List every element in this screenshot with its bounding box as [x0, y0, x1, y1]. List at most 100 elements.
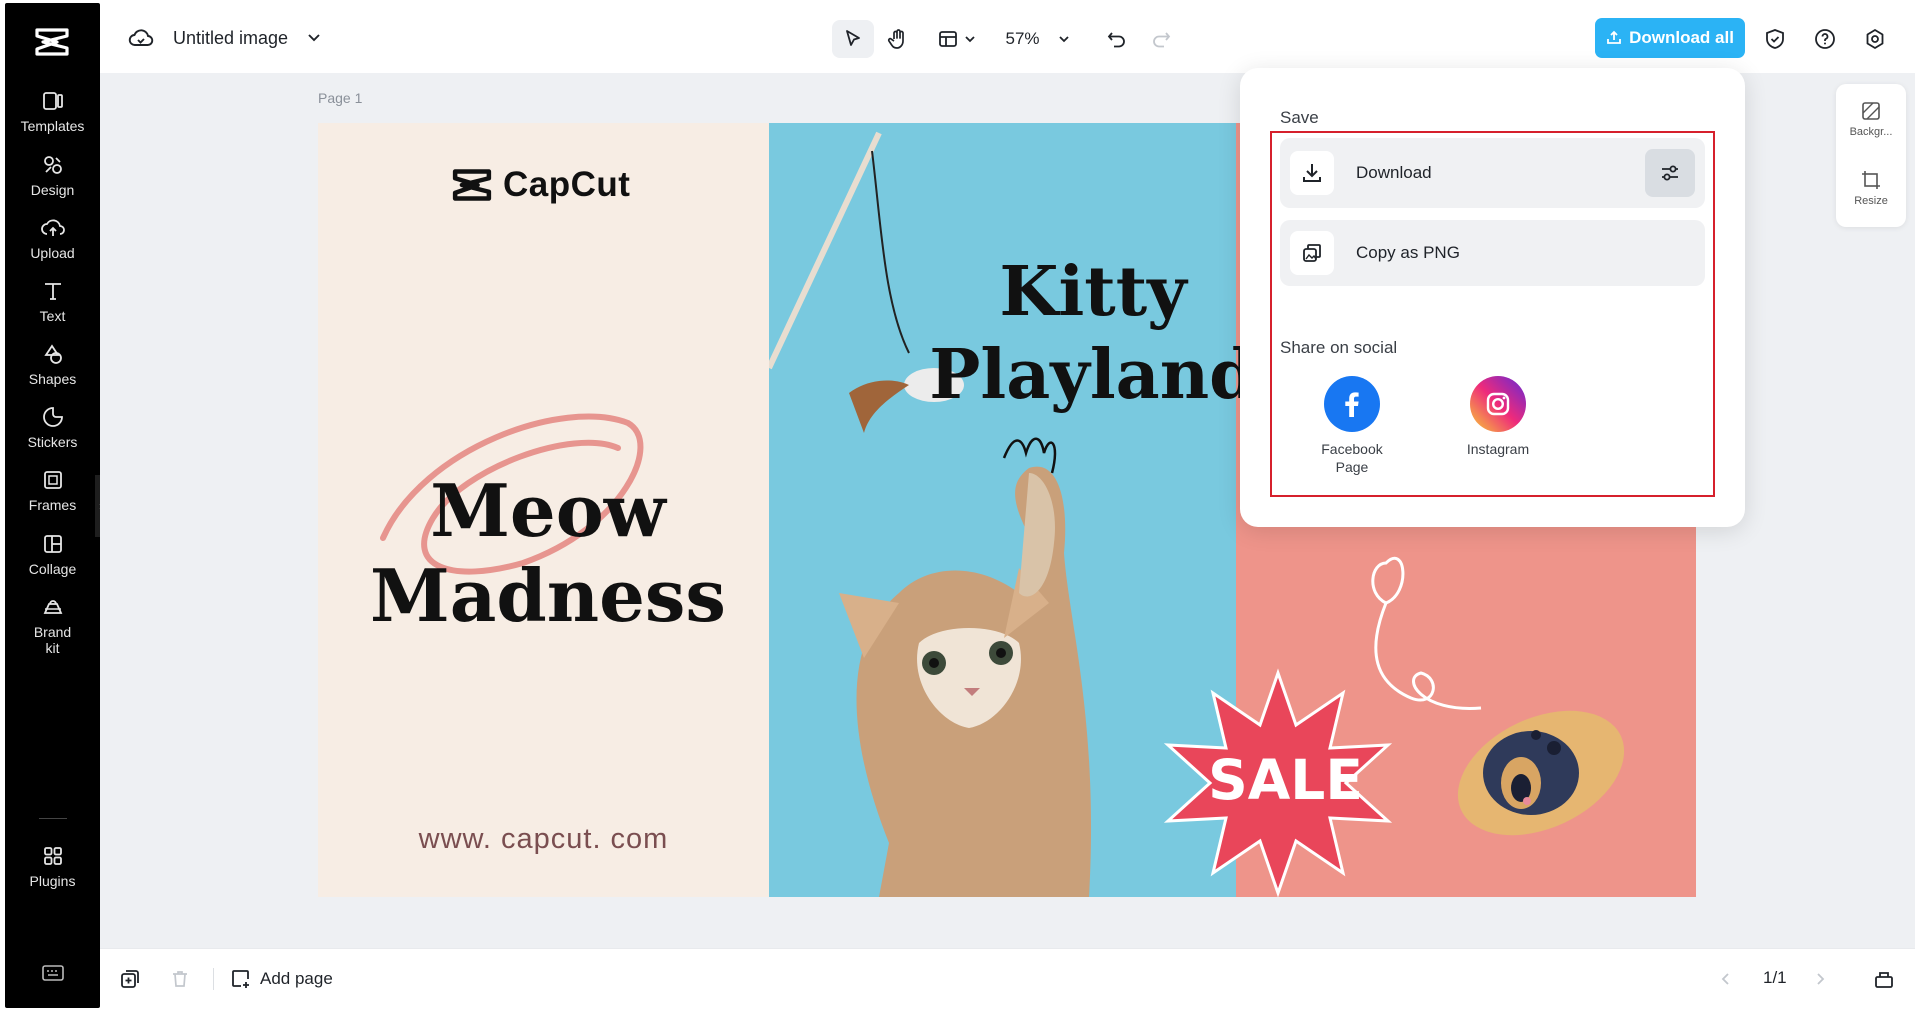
keyboard-icon: [40, 960, 66, 986]
capcut-logo-icon: [452, 169, 492, 201]
help-button[interactable]: [1812, 26, 1838, 52]
download-icon: [1290, 151, 1334, 195]
rail-item-label: Collage: [28, 561, 77, 577]
canvas-brand-logo[interactable]: CapCut: [449, 165, 630, 205]
left-rail: Templates Design Upload Text Shapes Stic…: [5, 3, 100, 1008]
help-icon: [1815, 29, 1835, 49]
hand-tool-button[interactable]: [878, 20, 918, 58]
duplicate-page-button[interactable]: [117, 966, 143, 992]
background-label: Backgr...: [1849, 126, 1893, 138]
website-text[interactable]: www. capcut. com: [318, 823, 769, 856]
rail-item-frames[interactable]: Frames: [5, 467, 100, 531]
chevron-down-icon[interactable]: [307, 31, 321, 45]
share-facebook-button[interactable]: Facebook Page: [1297, 376, 1407, 476]
document-title[interactable]: Untitled image: [173, 28, 288, 49]
redo-button[interactable]: [1142, 20, 1180, 58]
resize-label: Resize: [1854, 195, 1888, 207]
trash-icon: [173, 971, 187, 987]
top-bar: Untitled image 57% Download all: [100, 3, 1915, 73]
resize-button[interactable]: Resize: [1836, 169, 1906, 207]
rail-item-label: Upload: [30, 245, 75, 261]
capcut-logo-icon[interactable]: [33, 23, 71, 61]
keyboard-shortcuts-button[interactable]: [5, 960, 100, 990]
shapes-icon: [40, 341, 66, 367]
previous-page-button[interactable]: [1713, 966, 1739, 992]
frames-icon: [40, 467, 66, 493]
rail-item-label: Templates: [20, 118, 85, 134]
rail-item-label: Frames: [28, 497, 77, 513]
select-tool-button[interactable]: [832, 20, 874, 58]
add-page-button[interactable]: Add page: [230, 964, 333, 994]
background-button[interactable]: Backgr...: [1836, 100, 1906, 138]
text-icon: [40, 278, 66, 304]
instagram-label: Instagram: [1466, 441, 1530, 457]
share-instagram-button[interactable]: Instagram: [1443, 376, 1553, 458]
rail-item-label: Design: [30, 182, 75, 198]
copy-as-png-option[interactable]: Copy as PNG: [1280, 220, 1705, 286]
pages-panel-icon: [1875, 972, 1893, 988]
copy-image-icon: [1290, 231, 1334, 275]
download-popover: Save Download Copy as PNG Share on socia…: [1240, 68, 1745, 527]
download-option[interactable]: Download: [1280, 138, 1705, 208]
download-label: Download: [1356, 163, 1432, 182]
layout-menu-button[interactable]: [930, 20, 984, 58]
design-icon: [40, 152, 66, 178]
rail-item-label: Brand kit: [33, 624, 72, 656]
settings-button[interactable]: [1862, 26, 1888, 52]
next-page-button[interactable]: [1807, 966, 1833, 992]
headline-meow-madness[interactable]: Meow Madness: [348, 383, 748, 638]
zoom-value: 57%: [1005, 29, 1040, 48]
pointer-icon: [846, 30, 860, 46]
download-all-label: Download all: [1629, 28, 1734, 47]
undo-button[interactable]: [1098, 20, 1136, 58]
brand-kit-icon: [40, 594, 66, 620]
chevron-left-icon: [1721, 973, 1729, 985]
sliders-icon: [1662, 165, 1678, 181]
export-icon: [1607, 30, 1621, 44]
rail-item-text[interactable]: Text: [5, 278, 100, 342]
resize-icon: [1860, 169, 1882, 191]
rail-item-templates[interactable]: Templates: [5, 88, 100, 152]
rail-item-brand-kit[interactable]: Brand kit: [5, 594, 100, 674]
zoom-dropdown[interactable]: 57%: [995, 20, 1080, 58]
upload-icon: [40, 215, 66, 241]
background-icon: [1860, 100, 1882, 122]
templates-icon: [40, 88, 66, 114]
download-all-button[interactable]: Download all: [1595, 18, 1745, 58]
chevron-down-icon: [965, 36, 975, 43]
copy-as-png-label: Copy as PNG: [1356, 243, 1460, 262]
chevron-right-icon: [1817, 973, 1825, 985]
rail-item-label: Stickers: [27, 434, 78, 450]
download-settings-button[interactable]: [1645, 149, 1695, 197]
delete-page-button[interactable]: [167, 966, 193, 992]
cloud-sync-icon[interactable]: [128, 27, 154, 49]
chevron-down-icon: [1058, 36, 1069, 43]
rail-item-plugins[interactable]: Plugins: [5, 843, 100, 907]
page-manager-button[interactable]: [1871, 966, 1897, 992]
rail-item-label: Text: [39, 308, 66, 324]
page-label: Page 1: [318, 90, 363, 106]
hand-icon: [887, 29, 904, 49]
instagram-icon: [1470, 376, 1526, 432]
canvas-brand-text: CapCut: [503, 165, 631, 204]
canvas-side-toolbar: Backgr... Resize: [1836, 84, 1906, 227]
shield-icon: [1766, 29, 1784, 49]
rail-item-stickers[interactable]: Stickers: [5, 404, 100, 468]
rail-item-collage[interactable]: Collage: [5, 531, 100, 595]
rail-item-upload[interactable]: Upload: [5, 215, 100, 279]
headline-left-text: Meow Madness: [370, 468, 726, 638]
shield-button[interactable]: [1762, 26, 1788, 52]
plugins-icon: [40, 843, 66, 869]
facebook-icon: [1324, 376, 1380, 432]
rail-item-label: Shapes: [28, 371, 77, 387]
bottom-bar: Add page 1/1: [100, 948, 1915, 1008]
rail-item-design[interactable]: Design: [5, 152, 100, 216]
add-page-label: Add page: [260, 969, 333, 988]
rail-item-label: Plugins: [29, 873, 76, 889]
save-section-title: Save: [1280, 108, 1319, 127]
bottom-divider: [213, 968, 214, 990]
rail-item-shapes[interactable]: Shapes: [5, 341, 100, 405]
page-counter: 1/1: [1763, 968, 1787, 987]
layout-icon: [939, 31, 957, 47]
sale-badge-text[interactable]: SALE: [1198, 748, 1373, 812]
